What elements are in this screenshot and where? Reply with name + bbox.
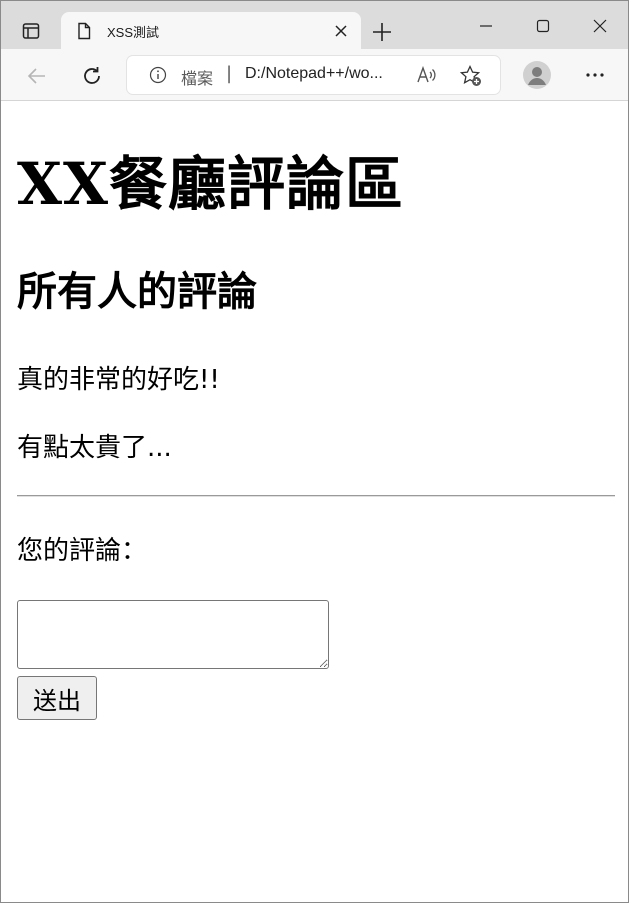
info-icon[interactable]: [149, 66, 167, 84]
tab-strip: XSS測試: [1, 1, 628, 51]
tab-actions-icon[interactable]: [11, 11, 51, 51]
profile-avatar-icon[interactable]: [521, 59, 553, 91]
page-content: XX餐廳評論區 所有人的評論 真的非常的好吃!! 有點太貴了... 您的評論： …: [1, 101, 628, 902]
page-icon: [75, 22, 93, 40]
browser-window: XSS測試 檔案 | D:/Notepad++/wo... XX餐廳評論區 所有…: [0, 0, 629, 903]
maximize-icon[interactable]: [528, 13, 558, 39]
divider: [17, 495, 615, 497]
url-text[interactable]: D:/Notepad++/wo...: [245, 65, 383, 83]
address-bar[interactable]: 檔案 | D:/Notepad++/wo...: [127, 56, 500, 94]
minimize-icon[interactable]: [471, 13, 501, 39]
comment-item: 真的非常的好吃!!: [17, 365, 220, 395]
window-close-icon[interactable]: [585, 13, 615, 39]
reload-icon[interactable]: [76, 60, 108, 92]
comment-textarea[interactable]: [17, 600, 329, 669]
comment-label: 您的評論：: [17, 536, 148, 566]
tab-title: XSS測試: [107, 25, 160, 40]
comments-heading: 所有人的評論: [17, 269, 257, 315]
back-arrow-icon[interactable]: [21, 60, 53, 92]
page-heading: XX餐廳評論區: [17, 150, 405, 218]
favorite-add-icon[interactable]: [459, 64, 483, 88]
comment-item: 有點太貴了...: [17, 433, 172, 463]
scheme-label: 檔案: [181, 71, 214, 88]
address-separator: |: [226, 63, 233, 84]
active-tab[interactable]: XSS測試: [61, 12, 361, 50]
read-aloud-icon[interactable]: [416, 65, 438, 84]
close-icon[interactable]: [333, 23, 349, 39]
more-icon[interactable]: [579, 59, 611, 91]
submit-button[interactable]: 送出: [17, 676, 97, 720]
browser-toolbar: 檔案 | D:/Notepad++/wo...: [1, 49, 628, 101]
plus-icon[interactable]: [369, 19, 395, 45]
